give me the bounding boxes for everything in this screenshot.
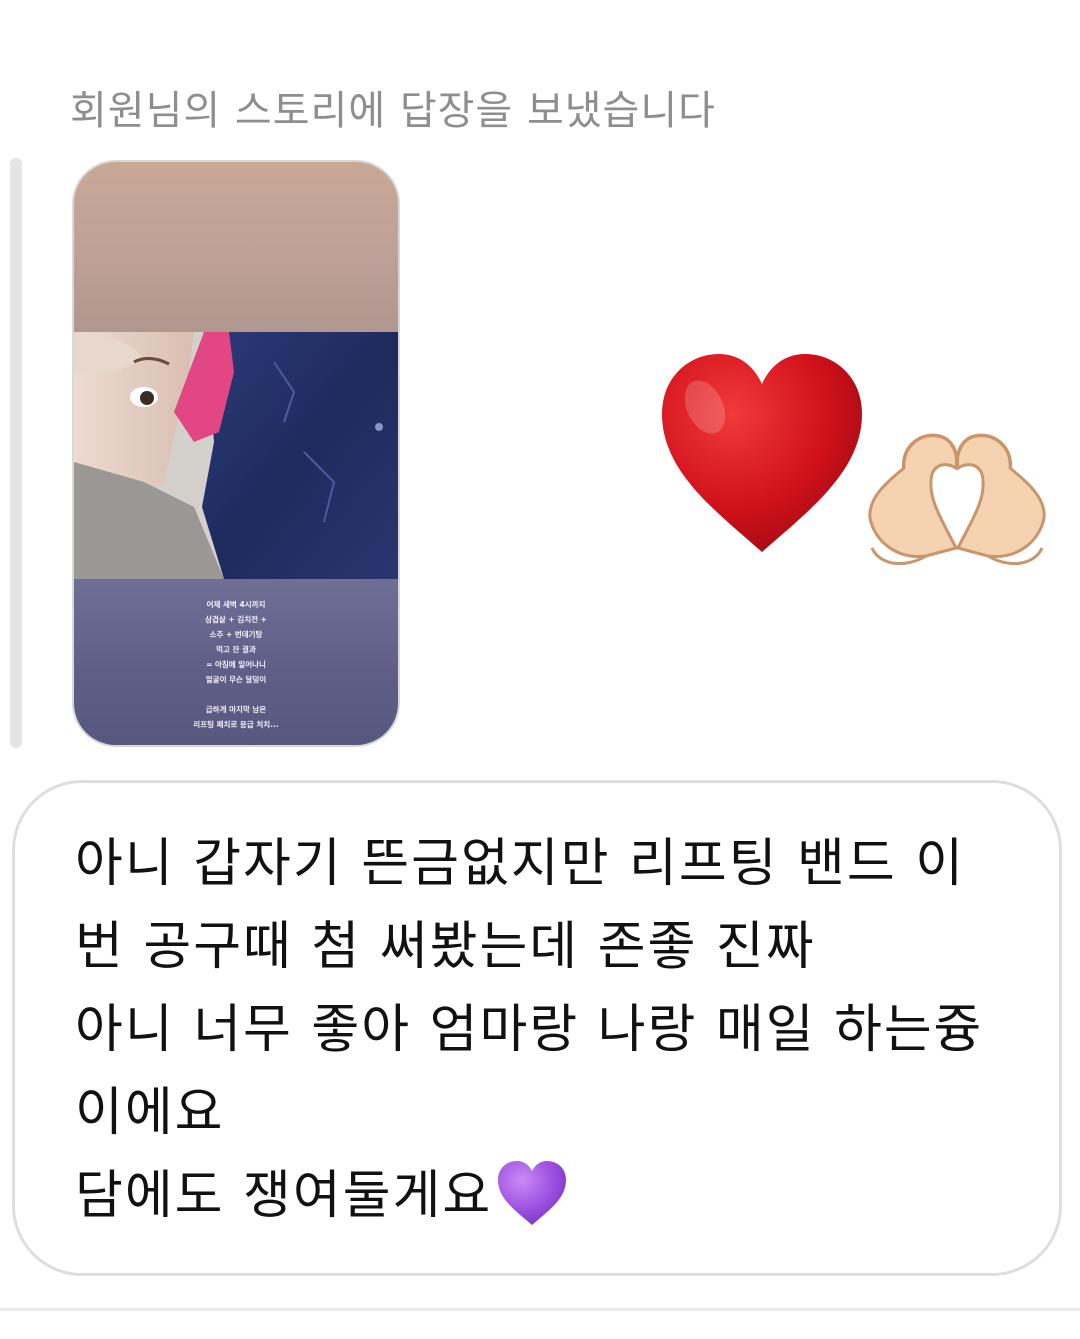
message-line: 번 공구때 첨 써봤는데 존좋 진짜 (75, 917, 816, 977)
story-caption-line (74, 687, 398, 702)
story-caption-line: = 아침에 일어나니 (206, 660, 266, 669)
heart-hands-icon (866, 428, 1048, 578)
message-bubble[interactable]: 아니 갑자기 뜬금없지만 리프팅 밴드 이 번 공구때 첨 써봤는데 존좋 진짜… (12, 780, 1062, 1276)
story-photo-illustration (74, 332, 398, 579)
story-caption-line: 얼굴이 무슨 달덩이 (205, 675, 267, 684)
story-caption-area: 어제 새벽 4시까지 삼겹살 + 김치전 + 소주 + 번데기탕 먹고 잔 결과… (74, 579, 398, 745)
purple-heart-icon (496, 1159, 568, 1252)
message-line: 아니 갑자기 뜬금없지만 리프팅 밴드 이 (75, 834, 966, 894)
quote-bar (10, 158, 22, 748)
story-top-background (74, 162, 398, 332)
message-line: 아니 너무 좋아 엄마랑 나랑 매일 하는즁 (75, 1000, 984, 1060)
story-thumbnail[interactable]: 어제 새벽 4시까지 삼겹살 + 김치전 + 소주 + 번데기탕 먹고 잔 결과… (72, 160, 400, 747)
story-caption-line: 리프팅 패치로 응급 처치... (193, 720, 279, 729)
message-text: 아니 갑자기 뜬금없지만 리프팅 밴드 이 번 공구때 첨 써봤는데 존좋 진짜… (75, 823, 1035, 1252)
message-last-line: 담에도 쟁여둘게요 (75, 1155, 1035, 1252)
story-caption-line: 급하게 마지막 남은 (205, 705, 267, 714)
story-caption-line: 소주 + 번데기탕 (209, 630, 263, 639)
story-caption-line: 어제 새벽 4시까지 (206, 600, 266, 609)
story-caption-line: 먹고 잔 결과 (216, 645, 256, 654)
story-caption-line: 삼겹살 + 김치전 + (205, 615, 267, 624)
story-reply-label: 회원님의 스토리에 답장을 보냈습니다 (70, 88, 716, 134)
red-heart-icon (657, 352, 867, 557)
bottom-divider (0, 1308, 1080, 1311)
message-line: 이에요 (75, 1083, 225, 1143)
story-photo (74, 332, 398, 579)
message-line: 담에도 쟁여둘게요 (75, 1166, 493, 1226)
story-caption: 어제 새벽 4시까지 삼겹살 + 김치전 + 소주 + 번데기탕 먹고 잔 결과… (74, 597, 398, 732)
